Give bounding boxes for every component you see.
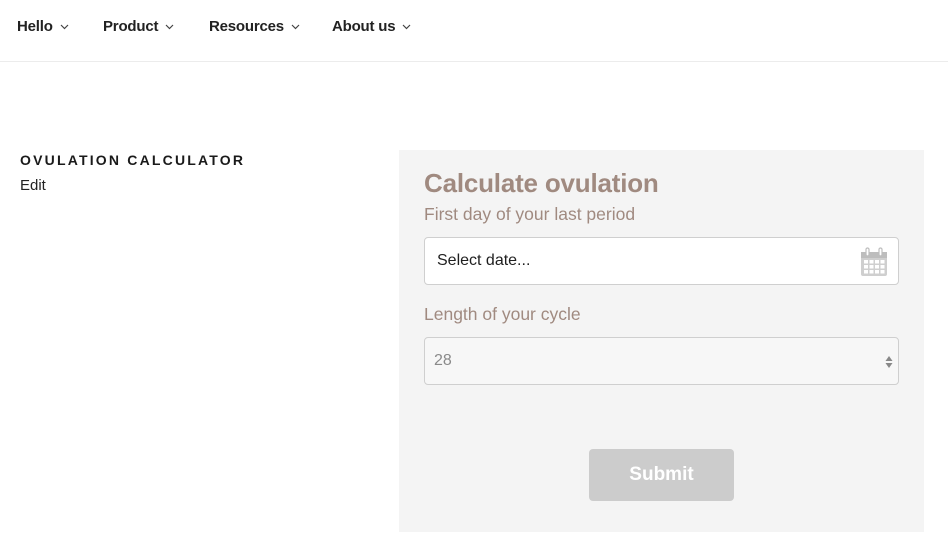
last-period-date-input[interactable]: Select date...: [424, 237, 899, 285]
stepper-arrows-icon: [885, 354, 893, 370]
chevron-down-icon: [291, 22, 300, 31]
nav-item-label: About us: [332, 18, 396, 35]
cycle-length-select[interactable]: 28: [424, 337, 899, 385]
cycle-length-value: 28: [434, 352, 452, 369]
submit-button[interactable]: Submit: [589, 449, 734, 501]
date-field-label: First day of your last period: [424, 204, 636, 224]
nav-item-label: Hello: [17, 18, 53, 35]
ovulation-calculator-panel: Calculate ovulation First day of your la…: [399, 150, 924, 532]
nav-item-resources[interactable]: Resources: [209, 18, 300, 35]
nav-item-about-us[interactable]: About us: [332, 18, 411, 35]
calculator-title: Calculate ovulation: [424, 168, 659, 198]
chevron-down-icon: [60, 22, 69, 31]
chevron-down-icon: [402, 22, 411, 31]
widget-title: OVULATION CALCULATOR: [20, 152, 246, 168]
nav-item-product[interactable]: Product: [103, 18, 174, 35]
date-placeholder: Select date...: [437, 252, 531, 269]
nav-item-label: Product: [103, 18, 159, 35]
calendar-icon[interactable]: [860, 247, 888, 277]
chevron-down-icon: [165, 22, 174, 31]
nav-item-label: Resources: [209, 18, 284, 35]
edit-link[interactable]: Edit: [20, 177, 46, 194]
nav-item-hello[interactable]: Hello: [17, 18, 69, 35]
cycle-field-label: Length of your cycle: [424, 304, 581, 324]
top-navigation: Hello Product Resources About us: [0, 0, 948, 62]
